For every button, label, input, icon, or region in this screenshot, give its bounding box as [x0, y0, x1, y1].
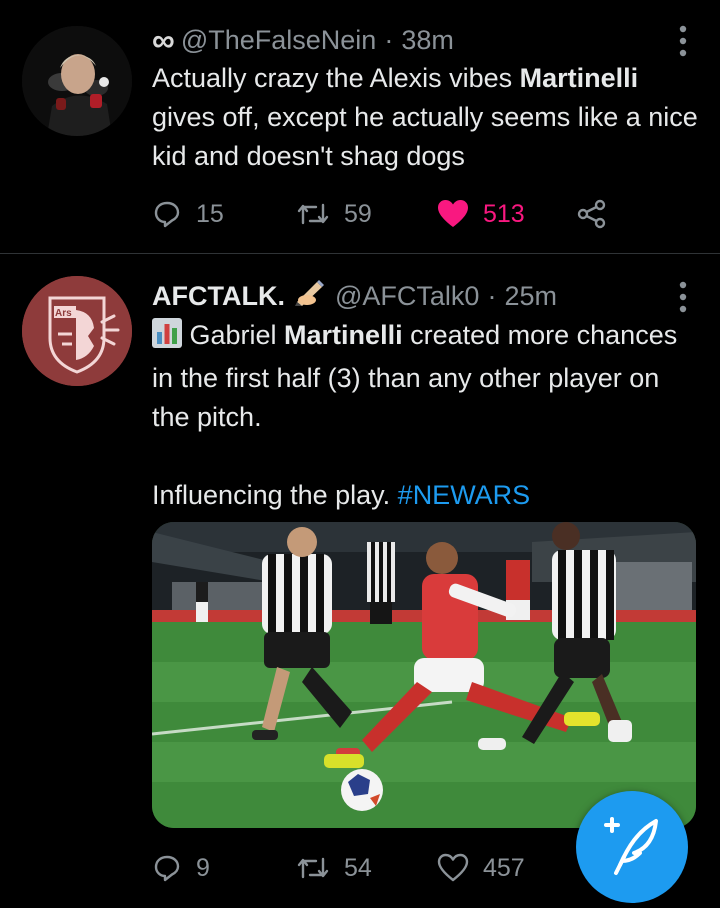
reply-button[interactable]: 9 [152, 848, 210, 888]
tweet-paragraph: Gabriel Martinelli created more chances … [152, 316, 700, 437]
reply-count: 15 [196, 199, 224, 228]
tweet-text-bold: Martinelli [284, 320, 403, 350]
compose-feather-icon [604, 817, 658, 875]
tweet-paragraph: Influencing the play. #NEWARS [152, 476, 700, 515]
share-icon [577, 199, 606, 229]
like-count: 513 [483, 199, 525, 228]
avatar[interactable] [22, 26, 132, 136]
retweet-count: 54 [344, 853, 372, 882]
svg-text:Ars: Ars [55, 308, 72, 319]
retweet-button[interactable]: 54 [296, 848, 372, 888]
retweet-icon [297, 857, 329, 879]
bar-chart-icon [152, 318, 182, 359]
tweet-header: ∞ @TheFalseNein · 38m [152, 20, 660, 60]
infinity-icon: ∞ [152, 21, 175, 58]
separator-dot: · [384, 24, 394, 55]
retweet-count: 59 [344, 199, 372, 228]
tweet[interactable]: ∞ @TheFalseNein · 38m Actually crazy the… [0, 0, 720, 254]
hashtag-link[interactable]: #NEWARS [398, 480, 531, 510]
separator-dot: · [487, 280, 497, 311]
tweet-text-part: gives off, except he actually seems like… [152, 102, 698, 171]
user-handle[interactable]: @TheFalseNein [181, 25, 377, 56]
reply-button[interactable]: 15 [152, 194, 224, 234]
retweet-icon [297, 203, 329, 225]
like-count: 457 [483, 853, 525, 882]
more-options-icon[interactable] [674, 24, 692, 58]
heart-outline-icon [437, 853, 469, 882]
like-button[interactable]: 513 [437, 194, 525, 234]
tweet-text: Actually crazy the Alexis vibes Martinel… [152, 59, 700, 176]
tweet-text-part: Influencing the play. [152, 480, 398, 510]
tweet-actions: 9 54 457 [152, 848, 632, 888]
compose-tweet-button[interactable] [576, 791, 688, 903]
tweet-text-part: Actually crazy the Alexis vibes [152, 63, 520, 93]
like-button[interactable]: 457 [437, 848, 525, 888]
heart-filled-icon [438, 200, 468, 227]
display-name[interactable]: AFCTALK. [152, 281, 285, 312]
more-options-icon[interactable] [674, 280, 692, 314]
retweet-button[interactable]: 59 [296, 194, 372, 234]
avatar[interactable]: Ars [22, 276, 132, 386]
tweet-actions: 15 59 513 [152, 194, 632, 234]
timestamp[interactable]: 25m [504, 281, 557, 312]
user-handle[interactable]: @AFCTalk0 [335, 281, 479, 312]
reply-icon [154, 201, 180, 228]
reply-icon [154, 855, 180, 882]
timestamp[interactable]: 38m [401, 25, 454, 56]
writing-hand-icon [293, 278, 327, 315]
share-button[interactable] [576, 194, 608, 234]
tweet-media-photo[interactable] [152, 522, 696, 828]
reply-count: 9 [196, 853, 210, 882]
tweet-header: AFCTALK. @AFCTalk0 · 25m [152, 276, 660, 316]
tweet-text-part: Gabriel [182, 320, 285, 350]
tweet-text-bold: Martinelli [519, 63, 639, 93]
tweet-text: Gabriel Martinelli created more chances … [152, 316, 700, 515]
